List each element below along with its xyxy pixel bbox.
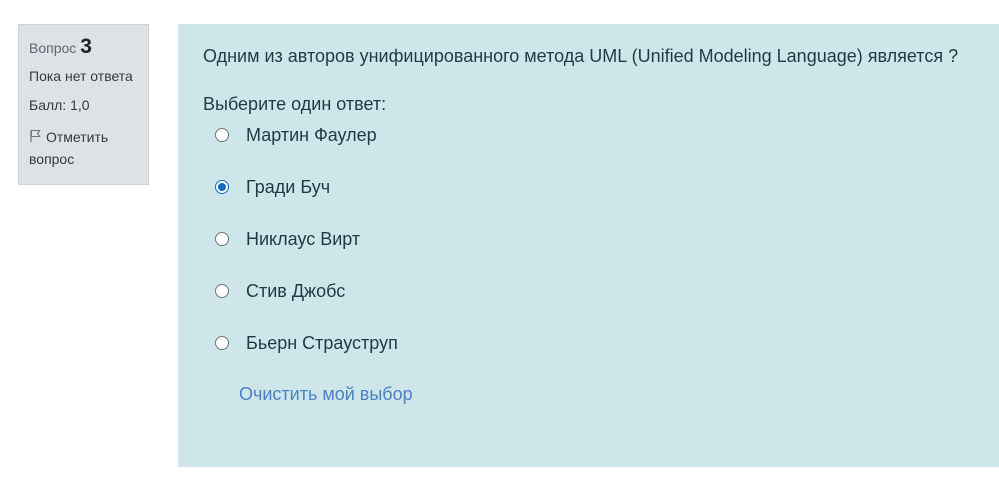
clear-choice-link[interactable]: Очистить мой выбор bbox=[239, 384, 413, 405]
flag-question-button[interactable]: Отметить вопрос bbox=[29, 126, 148, 170]
flag-icon bbox=[30, 130, 41, 142]
answer-option[interactable]: Мартин Фаулер bbox=[203, 122, 979, 148]
answer-label: Никлаус Вирт bbox=[246, 228, 361, 249]
question-state: Пока нет ответа bbox=[29, 68, 133, 84]
answer-radio[interactable] bbox=[215, 284, 229, 298]
question-number: Вопрос 3 bbox=[29, 35, 148, 61]
answer-label: Мартин Фаулер bbox=[246, 124, 377, 145]
answer-radio[interactable] bbox=[215, 232, 229, 246]
answer-option[interactable]: Никлаус Вирт bbox=[203, 226, 979, 252]
answer-label: Стив Джобс bbox=[246, 280, 346, 301]
answer-radio[interactable] bbox=[215, 336, 229, 350]
question-number-value: 3 bbox=[80, 35, 92, 58]
answer-option[interactable]: Гради Буч bbox=[203, 174, 979, 200]
answer-label: Бьерн Страуструп bbox=[246, 332, 398, 353]
answer-list: Мартин Фаулер Гради Буч Никлаус Вирт Сти… bbox=[203, 122, 979, 356]
question-grade: Балл: 1,0 bbox=[29, 97, 90, 113]
question-info-panel: Вопрос 3 Пока нет ответа Балл: 1,0 Отмет… bbox=[18, 24, 149, 185]
answer-radio[interactable] bbox=[215, 180, 229, 194]
answer-option[interactable]: Бьерн Страуструп bbox=[203, 330, 979, 356]
answer-label: Гради Буч bbox=[246, 176, 331, 197]
question-text: Одним из авторов унифицированного метода… bbox=[203, 46, 959, 66]
question-label: Вопрос bbox=[29, 40, 77, 56]
answer-prompt: Выберите один ответ: bbox=[203, 94, 387, 114]
question-content: Одним из авторов унифицированного метода… bbox=[178, 24, 999, 467]
answer-option[interactable]: Стив Джобс bbox=[203, 278, 979, 304]
answer-radio[interactable] bbox=[215, 128, 229, 142]
